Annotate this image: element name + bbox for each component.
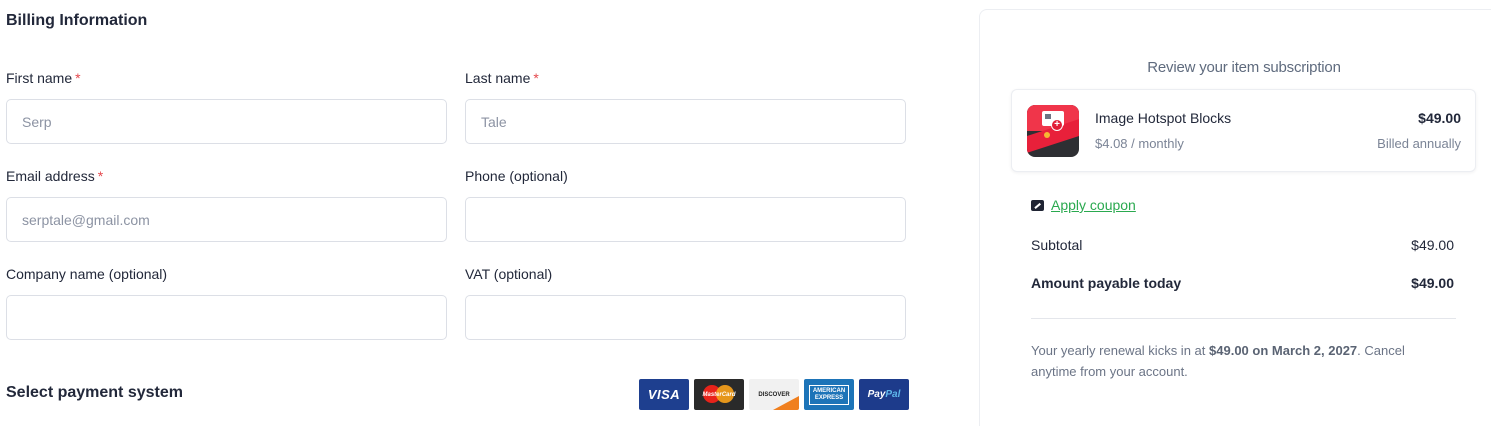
item-billing-cycle: Billed annually (1377, 136, 1461, 151)
apply-coupon-link[interactable]: Apply coupon (1051, 197, 1136, 213)
visa-card-icon: VISA (639, 379, 689, 410)
email-label-text: Email address (6, 168, 95, 184)
paypal-text-b: Pal (885, 389, 901, 400)
renewal-prefix: Your yearly renewal kicks in at (1031, 343, 1206, 358)
summary-title: Review your item subscription (1147, 59, 1341, 76)
renewal-notice: Your yearly renewal kicks in at $49.00 o… (1031, 340, 1451, 382)
discover-card-icon: DISCOVER (749, 379, 799, 410)
order-summary-panel: Review your item subscription + Image Ho… (979, 9, 1491, 426)
paypal-text-a: Pay (867, 389, 886, 400)
vat-input[interactable] (465, 295, 906, 340)
item-monthly-price: $4.08 / monthly (1095, 136, 1184, 151)
mastercard-icon: MasterCard (694, 379, 744, 410)
summary-divider (1031, 318, 1456, 319)
required-marker: * (533, 70, 539, 86)
email-input[interactable] (6, 197, 447, 242)
subtotal-value: $49.00 (1411, 237, 1454, 253)
first-name-label-text: First name (6, 70, 73, 86)
renewal-amount: $49.00 on March 2, 2027 (1209, 343, 1358, 358)
last-name-label: Last name * (465, 70, 539, 86)
subscription-item-card: + Image Hotspot Blocks $4.08 / monthly $… (1011, 89, 1476, 172)
first-name-label: First name * (6, 70, 81, 86)
mastercard-text: MasterCard (702, 391, 736, 398)
billing-title: Billing Information (6, 12, 148, 29)
discover-text: DISCOVER (758, 391, 790, 398)
payment-cards: VISA MasterCard DISCOVER AMERICAN EXPRES… (639, 379, 909, 410)
paypal-card-icon: Pay Pal (859, 379, 909, 410)
visa-text: VISA (647, 387, 681, 402)
amex-card-icon: AMERICAN EXPRESS (804, 379, 854, 410)
amount-payable-value: $49.00 (1411, 275, 1454, 291)
last-name-label-text: Last name (465, 70, 531, 86)
company-input[interactable] (6, 295, 447, 340)
payment-system-title: Select payment system (6, 384, 183, 401)
first-name-input[interactable] (6, 99, 447, 144)
amex-text-1: AMERICAN (812, 387, 846, 394)
product-logo: + (1027, 105, 1079, 157)
phone-label: Phone (optional) (465, 168, 568, 184)
last-name-input[interactable] (465, 99, 906, 144)
required-marker: * (75, 70, 81, 86)
company-label: Company name (optional) (6, 266, 168, 282)
required-marker: * (97, 168, 104, 184)
vat-label: VAT (optional) (465, 266, 553, 282)
coupon-icon (1031, 199, 1044, 211)
item-name: Image Hotspot Blocks (1095, 110, 1232, 126)
subtotal-label: Subtotal (1031, 237, 1083, 253)
item-price: $49.00 (1418, 110, 1461, 126)
amount-payable-label: Amount payable today (1031, 275, 1182, 291)
email-label: Email address * (6, 168, 103, 184)
phone-input[interactable] (465, 197, 906, 242)
apply-coupon[interactable]: Apply coupon (1031, 197, 1136, 213)
amex-text-2: EXPRESS (814, 394, 844, 401)
